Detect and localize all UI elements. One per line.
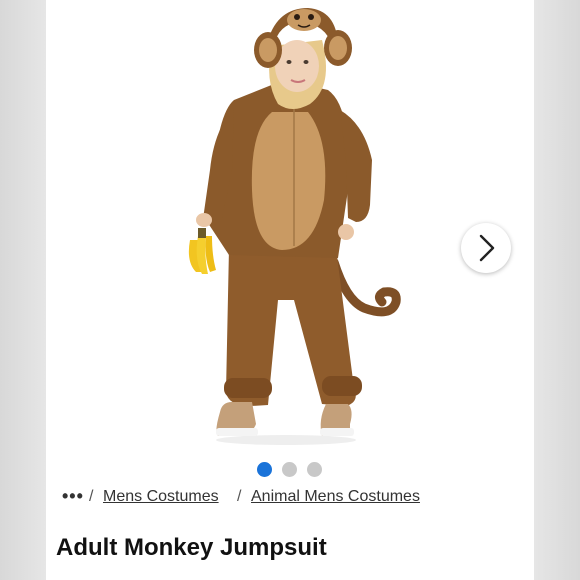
carousel-dot[interactable] xyxy=(307,462,322,477)
banana-bunch xyxy=(188,228,216,274)
breadcrumb-link-mens-costumes[interactable]: Mens Costumes xyxy=(103,488,219,506)
breadcrumb-link-animal-mens-costumes[interactable]: Animal Mens Costumes xyxy=(251,488,420,506)
carousel-dot[interactable] xyxy=(282,462,297,477)
chevron-right-icon xyxy=(479,234,495,262)
breadcrumb-more[interactable]: ••• xyxy=(62,486,84,507)
product-title: Adult Monkey Jumpsuit xyxy=(56,534,327,561)
left-backdrop xyxy=(0,0,46,580)
product-image[interactable] xyxy=(46,0,534,452)
product-page: ••• / Mens Costumes / Animal Mens Costum… xyxy=(46,0,534,580)
next-image-button[interactable] xyxy=(461,223,511,273)
breadcrumb-separator: / xyxy=(89,488,94,505)
right-backdrop xyxy=(534,0,580,580)
carousel-dot-active[interactable] xyxy=(257,462,272,477)
breadcrumb-separator: / xyxy=(237,488,242,505)
